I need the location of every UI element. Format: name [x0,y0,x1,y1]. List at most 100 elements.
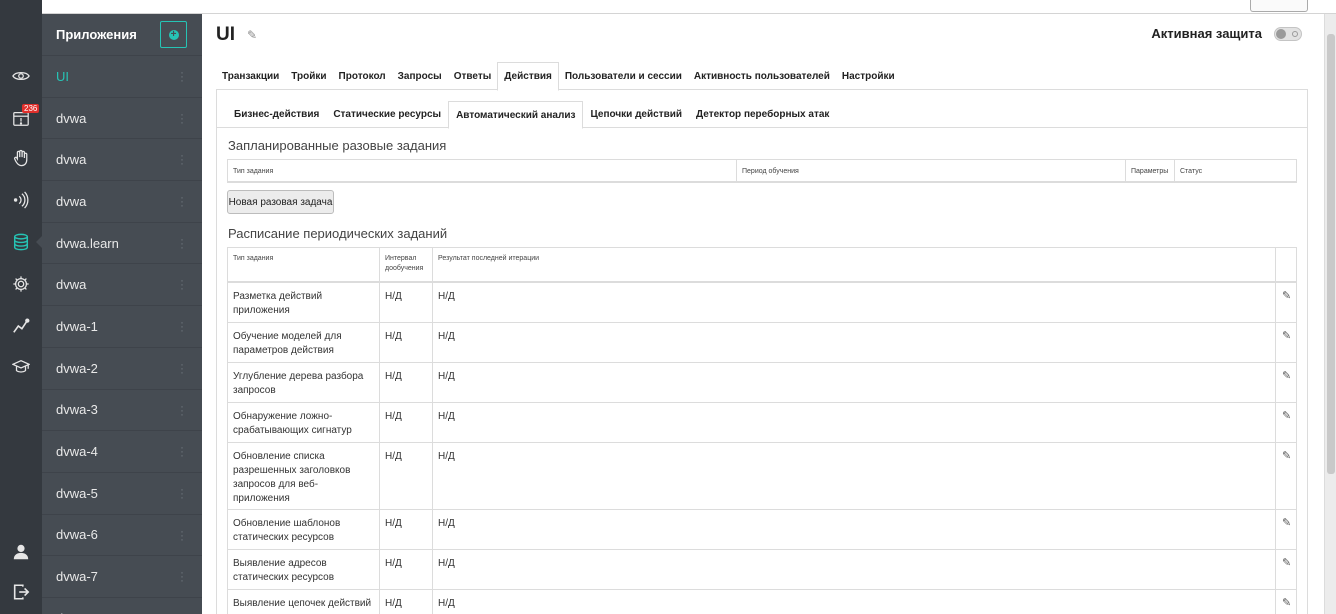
task-type-cell: Обнаружение ложно-срабатывающих сигнатур [228,403,380,442]
main-tab[interactable]: Настройки [836,62,901,90]
task-type-cell: Выявление цепочек действий [228,590,380,614]
main-tab[interactable]: Транзакции [216,62,285,90]
result-cell: Н/Д [433,443,1276,509]
edit-title-icon[interactable]: ✎ [247,28,257,42]
signal-icon[interactable] [0,185,42,215]
table-row: Углубление дерева разбора запросов Н/Д Н/Д… [228,363,1296,403]
page-scrollbar[interactable] [1324,14,1336,614]
main-tab[interactable]: Действия [497,62,559,91]
application-item[interactable]: dvwa-2 · · · [42,346,202,389]
active-protection: Активная защита [1151,26,1302,41]
more-options-icon[interactable]: ··· [180,274,184,294]
task-type-cell: Разметка действий приложения [228,283,380,322]
application-item[interactable]: dvwa-8··· [42,596,202,614]
application-item[interactable]: dvwa-1 · · · [42,305,202,347]
hand-icon[interactable] [0,143,42,173]
application-item[interactable]: dvwa-4 · · · [42,430,202,472]
application-list: Приложения + UI · · · dvwa · · · dvwa · · · dvwa · · · d… [42,14,202,614]
application-item-label: dvwa.learn [56,235,119,251]
sub-tab[interactable]: Бизнес-действия [227,101,326,128]
scrollbar-thumb[interactable] [1327,34,1335,474]
edit-icon[interactable]: ✎ [1282,331,1292,342]
gear-icon[interactable] [0,269,42,299]
actions-panel: Бизнес-действия Статические ресурсы Автома… [216,90,1308,614]
main-tab[interactable]: Ответы [448,62,498,90]
main-tab[interactable]: Активность пользователей [688,62,836,90]
application-item-label: dvwa-1 [56,318,98,334]
more-options-icon[interactable]: ··· [180,66,184,86]
icon-rail: 236 [0,0,42,614]
more-options-icon[interactable]: ··· [180,483,184,503]
application-item[interactable]: dvwa · · · [42,180,202,222]
periodic-table: Тип задания Интервал дообучения Результа… [227,247,1297,614]
page-title: UI [216,24,235,45]
application-item[interactable]: dvwa-3 · · · [42,388,202,431]
graduation-cap-icon[interactable] [0,352,42,382]
application-item[interactable]: dvwa-7 · · · [42,555,202,597]
main-tab[interactable]: Протокол [333,62,392,90]
more-options-icon[interactable]: ··· [180,149,184,169]
application-item[interactable]: dvwa · · · [42,263,202,305]
table-row: Обновление шаблонов статических ресурсов… [228,510,1296,550]
edit-icon[interactable]: ✎ [1282,558,1292,569]
interval-cell: Н/Д [380,443,433,509]
edit-icon[interactable]: ✎ [1282,411,1292,422]
top-bar-button[interactable] [1250,0,1308,12]
more-options-icon[interactable]: ··· [180,191,184,211]
sub-tab[interactable]: Детектор переборных атак [689,101,836,128]
logout-icon[interactable] [0,577,42,607]
result-cell: Н/Д [433,363,1276,402]
active-protection-toggle[interactable] [1274,26,1302,41]
main-tab[interactable]: Запросы [392,62,448,90]
more-options-icon[interactable]: ··· [180,233,184,253]
periodic-col-actions [1276,248,1298,281]
edit-icon[interactable]: ✎ [1282,598,1292,609]
result-cell: Н/Д [433,323,1276,362]
task-type-cell: Обучение моделей для параметров действия [228,323,380,362]
edit-icon[interactable]: ✎ [1282,451,1292,462]
sub-tab[interactable]: Цепочки действий [583,101,689,128]
chart-line-icon[interactable] [0,311,42,341]
oneoff-col-type: Тип задания [228,160,737,182]
main-tab[interactable]: Тройки [285,62,332,90]
edit-icon[interactable]: ✎ [1282,371,1292,382]
application-item[interactable]: dvwa · · · [42,96,202,139]
application-item[interactable]: dvwa · · · [42,138,202,180]
eye-icon[interactable] [0,61,42,91]
edit-icon[interactable]: ✎ [1282,518,1292,529]
active-protection-label: Активная защита [1151,26,1262,41]
result-cell: Н/Д [433,403,1276,442]
notification-badge: 236 [22,104,40,113]
user-icon[interactable] [0,537,42,567]
sub-tab[interactable]: Статические ресурсы [326,101,448,128]
more-options-icon[interactable]: ··· [180,108,184,128]
new-oneoff-task-button[interactable]: Новая разовая задача [227,190,334,214]
add-application-button[interactable]: + [160,21,187,48]
more-options-icon[interactable]: ··· [180,316,184,336]
row-actions-cell: ✎ [1276,443,1298,509]
main-tab[interactable]: Пользователи и сессии [559,62,688,90]
row-actions-cell: ✎ [1276,550,1298,589]
table-row: Выявление адресов статических ресурсов Н/… [228,550,1296,590]
more-options-icon[interactable]: ··· [180,525,184,545]
oneoff-col-params: Параметры [1126,160,1175,182]
interval-cell: Н/Д [380,550,433,589]
more-options-icon[interactable]: ··· [180,566,184,586]
application-item[interactable]: dvwa-5 · · · [42,471,202,514]
interval-cell: Н/Д [380,590,433,614]
sub-tab[interactable]: Автоматический анализ [448,101,584,129]
more-options-icon[interactable]: ··· [180,441,184,461]
more-options-icon[interactable]: ··· [180,358,184,378]
calendar-alert-icon[interactable]: 236 [0,103,42,133]
database-icon[interactable] [0,227,42,257]
task-type-cell: Углубление дерева разбора запросов [228,363,380,402]
more-options-icon[interactable]: ··· [180,400,184,420]
application-item[interactable]: dvwa.learn · · · [42,221,202,264]
application-item[interactable]: UI · · · [42,55,202,97]
table-row: Разметка действий приложения Н/Д Н/Д ✎ [228,283,1296,323]
application-item[interactable]: dvwa-6 · · · [42,513,202,556]
application-item-label: UI [56,68,69,84]
edit-icon[interactable]: ✎ [1282,291,1292,302]
application-items: UI · · · dvwa · · · dvwa · · · dvwa · · · dvwa.learn · · · d… [42,55,202,614]
row-actions-cell: ✎ [1276,403,1298,442]
